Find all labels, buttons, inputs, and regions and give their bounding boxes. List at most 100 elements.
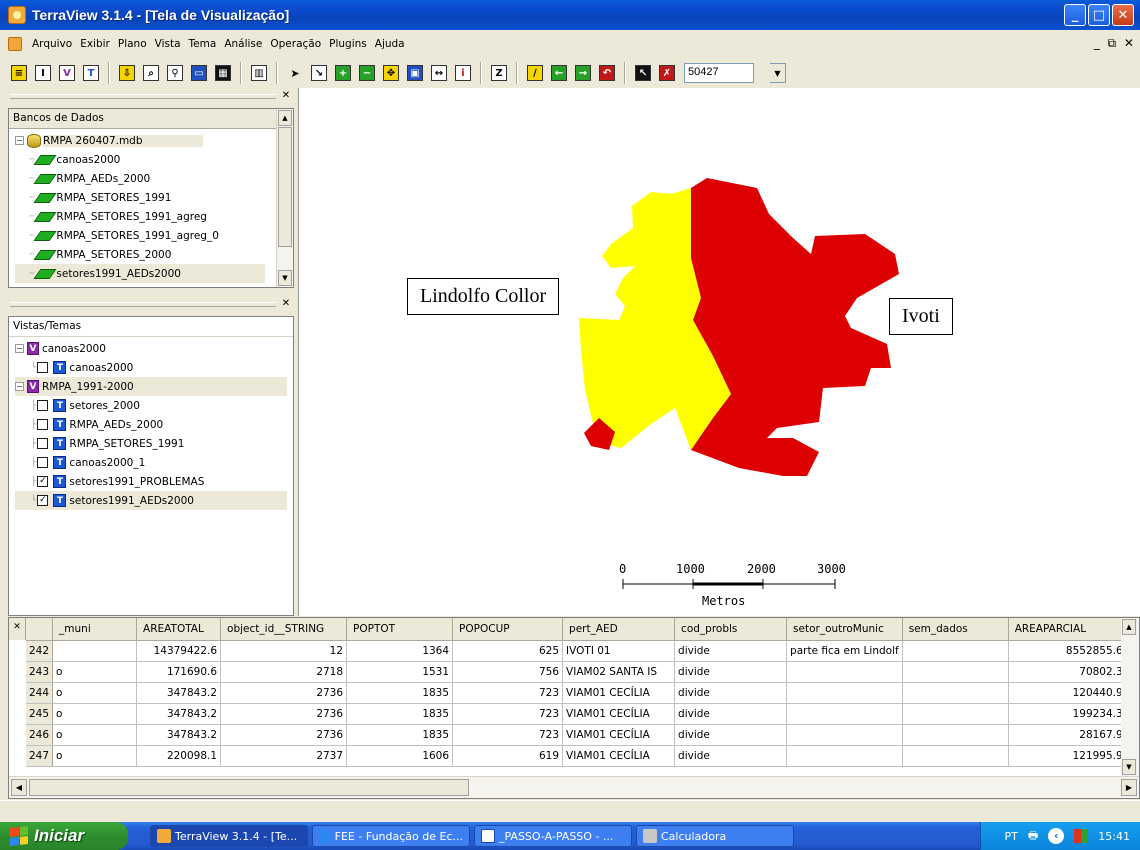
table-row[interactable]: 242 14379422.6 12 1364 625 IVOTI 01 divi… (26, 640, 1127, 662)
arrow-right-icon[interactable]: → (572, 62, 594, 84)
table-row[interactable]: 243 o 171690.6 2718 1531 756 VIAM02 SANT… (26, 661, 1127, 683)
table-cell[interactable]: 1835 (346, 703, 454, 725)
column-header[interactable]: object_id__STRING (220, 618, 348, 641)
grid-icon[interactable]: ▦ (212, 62, 234, 84)
pan-icon[interactable]: ✥ (380, 62, 402, 84)
table-cell[interactable]: 28167.9 (1008, 724, 1127, 746)
select-icon[interactable]: ↘ (308, 62, 330, 84)
databases-panel-grip[interactable]: ✕ (8, 90, 294, 104)
table-cell[interactable]: o (52, 703, 138, 725)
column-header[interactable]: setor_outroMunic (786, 618, 903, 641)
theme-item[interactable]: ├ T setores_2000 (15, 396, 293, 415)
column-header[interactable]: AREATOTAL (136, 618, 222, 641)
info-icon[interactable]: i (452, 62, 474, 84)
table-cell[interactable]: divide (674, 745, 788, 767)
table-row[interactable]: 244 o 347843.2 2736 1835 723 VIAM01 CECÍ… (26, 682, 1127, 704)
cursor-icon[interactable]: ↖ (632, 62, 654, 84)
table-cell[interactable]: parte fica em Lindolf (786, 640, 903, 662)
table-cell[interactable] (786, 661, 903, 683)
menu-tema[interactable]: Tema (185, 38, 221, 50)
column-header[interactable]: POPTOT (346, 618, 454, 641)
table-cell[interactable]: VIAM01 CECÍLIA (562, 682, 676, 704)
table-cell[interactable]: 14379422.6 (136, 640, 222, 662)
theme-item-selected[interactable]: └ ✓ T setores1991_AEDs2000 (15, 491, 287, 510)
printer-icon[interactable]: 🖶 (1028, 827, 1038, 846)
table-cell[interactable] (902, 640, 1009, 662)
theme-item[interactable]: ├ ✓ T setores1991_PROBLEMAS (15, 472, 293, 491)
map-drawing[interactable] (299, 88, 1140, 616)
row-number[interactable]: 242 (26, 640, 54, 662)
scroll-up-icon[interactable]: ▲ (1122, 619, 1136, 635)
layer-item-selected[interactable]: ┄ setores1991_AEDs2000 (15, 264, 265, 283)
menu-analise[interactable]: Análise (220, 38, 266, 50)
info-layer-icon[interactable]: I (32, 62, 54, 84)
theme-item[interactable]: ├ T RMPA_AEDs_2000 (15, 415, 293, 434)
messenger-icon[interactable] (1074, 829, 1089, 843)
menu-vista[interactable]: Vista (151, 38, 185, 50)
row-number[interactable]: 244 (26, 682, 54, 704)
language-indicator[interactable]: PT (1005, 830, 1018, 843)
theme-item[interactable]: ├ T canoas2000_1 (15, 453, 293, 472)
table-horizontal-scrollbar[interactable]: ◀ ▶ (9, 776, 1139, 798)
task-calculator[interactable]: Calculadora (636, 825, 794, 847)
table-cell[interactable] (902, 703, 1009, 725)
start-button[interactable]: Iniciar (0, 822, 128, 850)
table-cell[interactable] (902, 745, 1009, 767)
scroll-down-icon[interactable]: ▼ (278, 270, 292, 286)
query-icon[interactable]: ⚲ (164, 62, 186, 84)
menu-plugins[interactable]: Plugins (325, 38, 371, 50)
layer-item[interactable]: ┄ canoas2000 (15, 150, 293, 169)
table-cell[interactable]: 2736 (220, 682, 348, 704)
table-cell[interactable]: 347843.2 (136, 724, 222, 746)
table-cell[interactable]: divide (674, 682, 788, 704)
theme-checkbox[interactable] (37, 438, 49, 449)
row-number[interactable]: 246 (26, 724, 54, 746)
zoom-in-icon[interactable]: + (332, 62, 354, 84)
column-header[interactable]: POPOCUP (452, 618, 564, 641)
pointer-icon[interactable]: ➤ (284, 62, 306, 84)
delete-icon[interactable]: ✗ (656, 62, 678, 84)
layer-item[interactable]: ┄ RMPA_AEDs_2000 (15, 169, 293, 188)
task-browser[interactable]: FEE - Fundação de Ec... (312, 825, 470, 847)
table-cell[interactable]: 220098.1 (136, 745, 222, 767)
views-panel-grip[interactable]: ✕ (8, 298, 294, 312)
row-number[interactable]: 245 (26, 703, 54, 725)
table-cell[interactable]: 1364 (346, 640, 454, 662)
table-cell[interactable] (786, 703, 903, 725)
database-icon[interactable]: ≡ (8, 62, 30, 84)
scroll-down-icon[interactable]: ▼ (1122, 759, 1136, 775)
theme-checkbox[interactable] (37, 457, 49, 468)
theme-icon[interactable]: T (80, 62, 102, 84)
document-icon[interactable] (8, 37, 22, 51)
table-cell[interactable]: 171690.6 (136, 661, 222, 683)
sql-icon[interactable]: ⌕ (140, 62, 162, 84)
minimize-button[interactable]: _ (1064, 4, 1086, 26)
theme-checkbox[interactable] (37, 400, 49, 411)
table-cell[interactable] (902, 724, 1009, 746)
table-cell[interactable]: 2718 (220, 661, 348, 683)
view-node[interactable]: − V RMPA_1991-2000 (15, 377, 287, 396)
measure-icon[interactable]: ↔ (428, 62, 450, 84)
edit-icon[interactable]: Z (488, 62, 510, 84)
view-node[interactable]: − V canoas2000 (15, 339, 293, 358)
layer-item[interactable]: ┄ RMPA_SETORES_1991_agreg (15, 207, 293, 226)
undo-icon[interactable]: ↶ (596, 62, 618, 84)
table-cell[interactable]: o (52, 745, 138, 767)
table-cell[interactable]: divide (674, 724, 788, 746)
table-cell[interactable]: 1835 (346, 682, 454, 704)
collapse-icon[interactable]: − (15, 136, 24, 145)
draw-line-icon[interactable]: ∕ (524, 62, 546, 84)
view-icon[interactable]: V (56, 62, 78, 84)
zoom-out-icon[interactable]: − (356, 62, 378, 84)
table-cell[interactable]: 723 (452, 682, 564, 704)
table-cell[interactable]: 2736 (220, 703, 348, 725)
table-cell[interactable]: 2736 (220, 724, 348, 746)
table-cell[interactable] (902, 661, 1009, 683)
table-cell[interactable]: 723 (452, 703, 564, 725)
mdi-controls[interactable]: _ ⧉ ✕ (1094, 36, 1136, 51)
close-icon[interactable]: ✕ (9, 618, 26, 640)
close-icon[interactable]: ✕ (280, 298, 292, 310)
table-cell[interactable]: divide (674, 661, 788, 683)
map-canvas[interactable]: Lindolfo Collor Ivoti 0 1000 2000 3000 M… (298, 88, 1140, 616)
maximize-button[interactable]: □ (1088, 4, 1110, 26)
